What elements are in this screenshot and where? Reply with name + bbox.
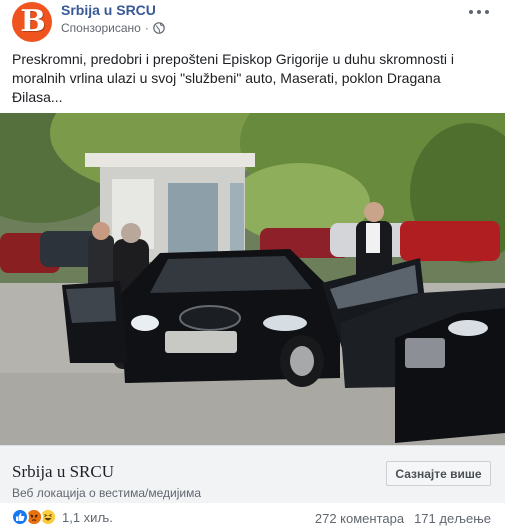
shares-count-link[interactable]: 171 дељење xyxy=(414,511,491,526)
link-preview[interactable]: Srbija u SRCU Веб локација о вестима/мед… xyxy=(0,445,505,503)
link-title[interactable]: Srbija u SRCU xyxy=(12,462,114,482)
avatar-logo-letter: B xyxy=(20,4,46,39)
engagement-stats: 272 коментара 171 дељење xyxy=(315,511,491,526)
meta-separator: · xyxy=(144,21,149,35)
page-name-link[interactable]: Srbija u SRCU xyxy=(61,2,156,18)
reactions-summary[interactable]: 1,1 хиљ. xyxy=(11,508,113,526)
comments-count-link[interactable]: 272 коментара xyxy=(315,511,404,526)
sponsored-label[interactable]: Спонзорисано xyxy=(61,21,141,35)
globe-icon xyxy=(153,22,165,34)
learn-more-button[interactable]: Сазнајте више xyxy=(386,461,491,486)
more-options-icon[interactable] xyxy=(469,6,489,18)
link-category: Веб локација о вестима/медијима xyxy=(12,486,202,500)
page-avatar[interactable]: B xyxy=(12,2,52,42)
post-text: Preskromni, predobri i prepošteni Episko… xyxy=(12,51,454,105)
like-icon xyxy=(11,508,29,526)
reaction-count: 1,1 хиљ. xyxy=(62,509,113,525)
post-header: B Srbija u SRCU Спонзорисано · xyxy=(12,0,493,44)
post-footer: 1,1 хиљ. 272 коментара 171 дељење xyxy=(0,503,505,530)
sponsored-post: B Srbija u SRCU Спонзорисано · Preskromn… xyxy=(0,0,505,530)
post-meta: Спонзорисано · xyxy=(61,21,165,35)
post-photo[interactable] xyxy=(0,113,505,445)
